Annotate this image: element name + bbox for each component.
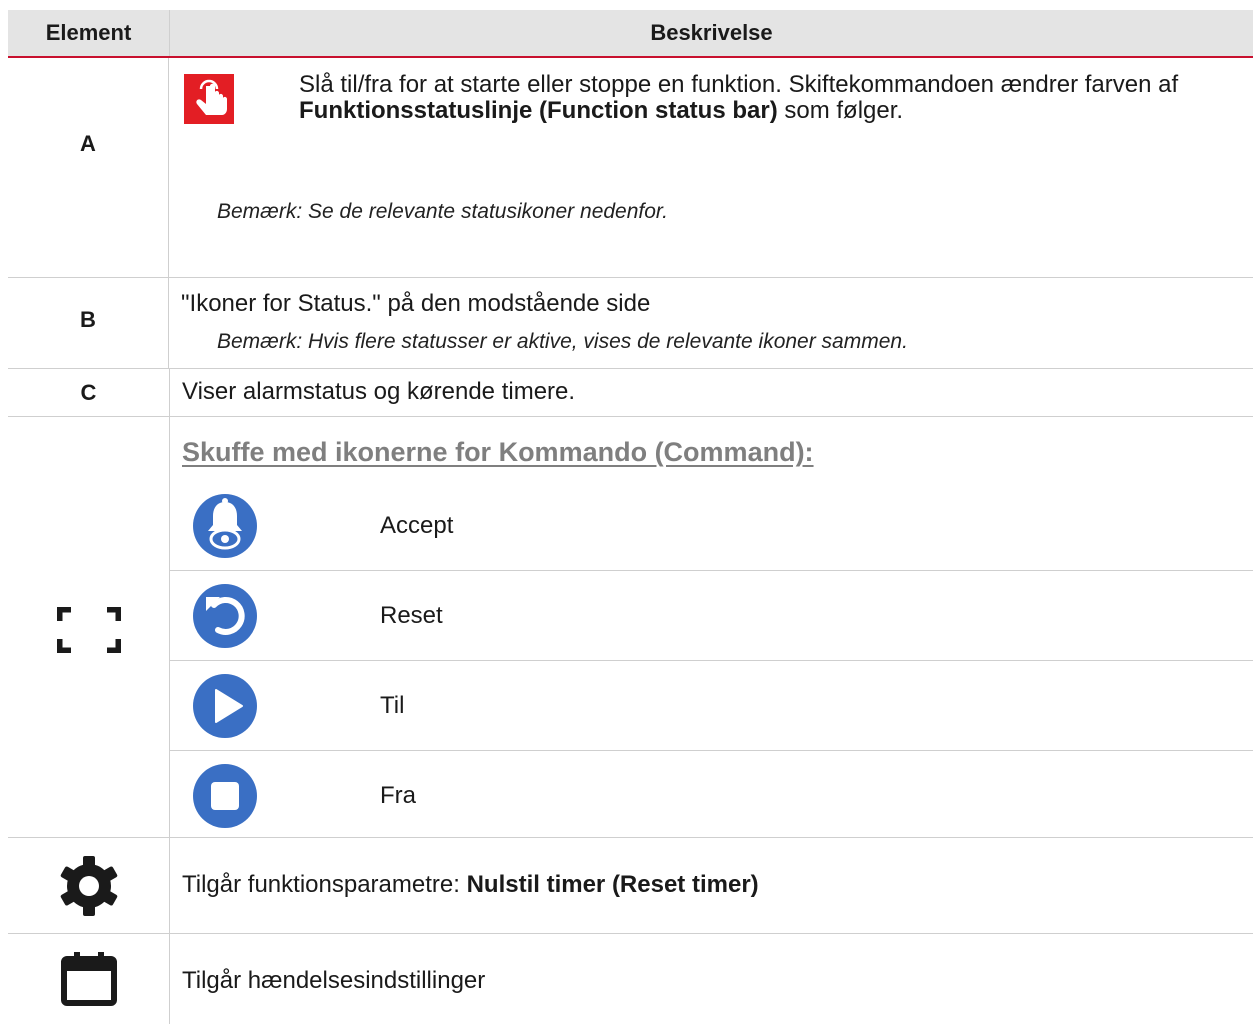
expand-corners-icon (56, 607, 121, 653)
description-c: Viser alarmstatus og kørende timere. (170, 369, 1253, 416)
bell-eye-icon[interactable] (192, 493, 258, 559)
toggle-text-start: Slå til/fra for at starte eller stoppe e… (299, 71, 1179, 98)
element-cell-settings (8, 838, 170, 933)
drawer-title: Skuffe med ikonerne for Kommando (Comman… (182, 437, 814, 467)
header-description: Beskrivelse (650, 20, 773, 45)
element-label-a: A (8, 58, 169, 277)
header-element: Element (8, 10, 170, 56)
note-b: Bemærk: Hvis flere statusser er aktive, … (217, 330, 908, 353)
description-drawer: Skuffe med ikonerne for Kommando (Comman… (170, 417, 1253, 837)
alarm-status-text: Viser alarmstatus og kørende timere. (182, 378, 576, 405)
table-row-settings: Tilgår funktionsparametre: Nulstil timer… (8, 838, 1253, 934)
command-row-off: Fra (170, 751, 1253, 840)
table-row-b: B "Ikoner for Status." på den modstående… (8, 278, 1253, 369)
description-events: Tilgår hændelsesindstillinger (170, 934, 1253, 1024)
touch-toggle-icon (184, 74, 234, 124)
gear-icon (60, 855, 117, 916)
function-status-bar-term: Funktionsstatuslinje (Function status ba… (299, 97, 778, 124)
table-row-c: C Viser alarmstatus og kørende timere. (8, 369, 1253, 417)
settings-text: Tilgår funktionsparametre: Nulstil timer… (182, 871, 759, 899)
toggle-text-end: som følger. (777, 97, 904, 124)
element-label-b: B (8, 278, 169, 368)
description-a: Slå til/fra for at starte eller stoppe e… (169, 58, 1253, 277)
table-row-events: Tilgår hændelsesindstillinger (8, 934, 1253, 1024)
description-b: "Ikoner for Status." på den modstående s… (169, 278, 1253, 368)
settings-text-start: Tilgår funktionsparametre: (182, 871, 467, 898)
command-label-accept: Accept (380, 512, 454, 539)
events-text: Tilgår hændelsesindstillinger (182, 967, 486, 994)
command-label-on: Til (380, 692, 405, 719)
note-a: Bemærk: Se de relevante statusikoner ned… (217, 200, 668, 223)
table-row-a: A Slå til/fra for at starte eller stoppe… (8, 58, 1253, 278)
command-label-off: Fra (380, 782, 416, 809)
element-label-c: C (8, 369, 170, 416)
description-settings: Tilgår funktionsparametre: Nulstil timer… (170, 838, 1253, 933)
element-cell-events (8, 934, 170, 1024)
command-row-on: Til (170, 661, 1253, 751)
reset-arrow-icon[interactable] (192, 583, 258, 649)
stop-icon[interactable] (192, 763, 258, 829)
play-icon[interactable] (192, 673, 258, 739)
command-row-accept: Accept (170, 481, 1253, 571)
reset-timer-term: Nulstil timer (Reset timer) (466, 871, 759, 898)
status-icons-reference: "Ikoner for Status." på den modstående s… (181, 290, 651, 317)
table-row-drawer: Skuffe med ikonerne for Kommando (Comman… (8, 417, 1253, 838)
command-row-reset: Reset (170, 571, 1253, 661)
command-label-reset: Reset (380, 602, 443, 629)
calendar-icon (60, 952, 117, 1006)
element-cell-drawer (8, 417, 170, 837)
toggle-description: Slå til/fra for at starte eller stoppe e… (299, 72, 1253, 124)
table-header: Element Beskrivelse (8, 10, 1253, 58)
description-table: Element Beskrivelse A Slå til/fra for at… (8, 10, 1253, 1024)
